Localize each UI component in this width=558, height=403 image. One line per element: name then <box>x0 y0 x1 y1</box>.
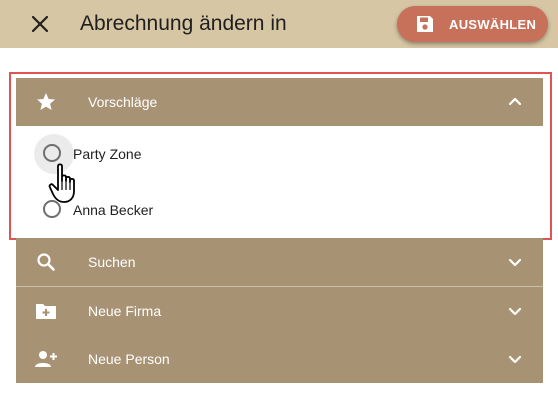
dialog-title: Abrechnung ändern in <box>80 12 287 35</box>
option-label: Party Zone <box>73 146 142 162</box>
option-anna-becker[interactable]: Anna Becker <box>16 182 543 238</box>
close-icon <box>31 15 49 33</box>
hand-pointer-cursor-icon <box>48 163 75 203</box>
panel-new-person-label: Neue Person <box>88 351 170 367</box>
panel-suggestions-body: Party Zone Anna Becker <box>16 126 543 238</box>
panel-suggestions-header[interactable]: Vorschläge <box>16 78 543 126</box>
search-icon <box>34 250 58 274</box>
chevron-up-icon <box>503 90 527 114</box>
close-button[interactable] <box>26 10 54 38</box>
option-label: Anna Becker <box>73 202 154 218</box>
star-icon <box>34 90 58 114</box>
dialog-header: Abrechnung ändern in AUSWÄHLEN <box>0 0 558 48</box>
panel-new-company-header[interactable]: Neue Firma <box>16 287 543 335</box>
chevron-down-icon <box>503 347 527 371</box>
add-folder-icon <box>34 299 58 323</box>
chevron-down-icon <box>503 299 527 323</box>
option-party-zone[interactable]: Party Zone <box>16 126 543 182</box>
panel-suggestions-label: Vorschläge <box>88 94 158 110</box>
select-button[interactable]: AUSWÄHLEN <box>397 6 548 42</box>
floppy-disk-icon <box>415 14 435 34</box>
panel-search-label: Suchen <box>88 254 136 270</box>
chevron-down-icon <box>503 250 527 274</box>
panel-new-person-header[interactable]: Neue Person <box>16 335 543 383</box>
panel-new-company-label: Neue Firma <box>88 303 162 319</box>
panel-search-header[interactable]: Suchen <box>16 238 543 286</box>
radio-button[interactable] <box>43 144 61 162</box>
select-button-label: AUSWÄHLEN <box>449 16 537 32</box>
add-person-icon <box>34 347 58 371</box>
